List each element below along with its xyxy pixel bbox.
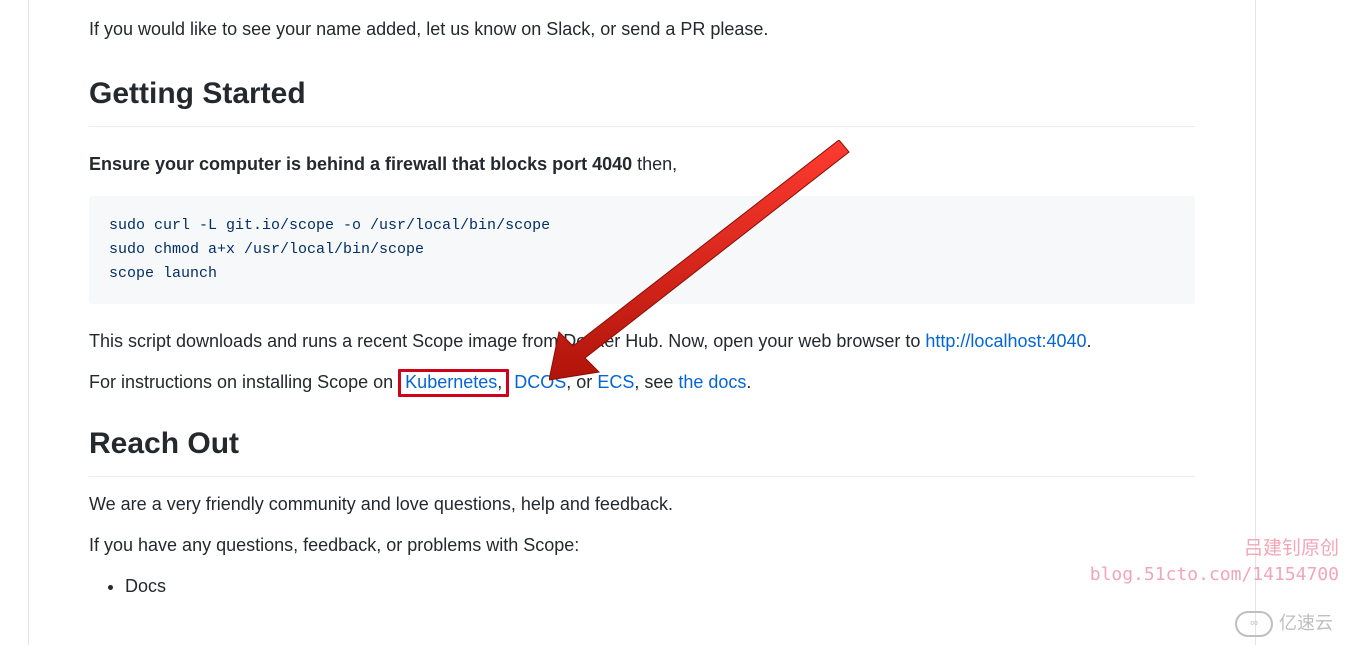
reach-out-list: Docs — [89, 573, 1195, 600]
after-ecs: , see — [634, 372, 678, 392]
script-desc-tail: . — [1087, 331, 1092, 351]
kubernetes-highlight-box: Kubernetes, — [398, 369, 509, 397]
localhost-link[interactable]: http://localhost:4040 — [925, 331, 1086, 351]
install-tail: . — [746, 372, 751, 392]
intro-text: If you would like to see your name added… — [89, 16, 1195, 43]
comma-after-k8s: , — [497, 372, 502, 392]
script-desc-text: This script downloads and runs a recent … — [89, 331, 925, 351]
watermark-brand-text: 亿速云 — [1279, 610, 1333, 637]
heading-getting-started: Getting Started — [89, 71, 1195, 127]
install-pre: For instructions on installing Scope on — [89, 372, 398, 392]
ensure-line: Ensure your computer is behind a firewal… — [89, 151, 1195, 178]
ensure-tail: then, — [632, 154, 677, 174]
ecs-link[interactable]: ECS — [597, 372, 634, 392]
script-description: This script downloads and runs a recent … — [89, 328, 1195, 355]
kubernetes-link[interactable]: Kubernetes — [405, 372, 497, 392]
readme-card: If you would like to see your name added… — [28, 0, 1256, 645]
ensure-bold: Ensure your computer is behind a firewal… — [89, 154, 632, 174]
reach-out-line1: We are a very friendly community and lov… — [89, 491, 1195, 518]
install-instructions-line: For instructions on installing Scope on … — [89, 369, 1195, 397]
install-code-block: sudo curl -L git.io/scope -o /usr/local/… — [89, 196, 1195, 304]
docs-link[interactable]: the docs — [678, 372, 746, 392]
reach-out-line2: If you have any questions, feedback, or … — [89, 532, 1195, 559]
after-dcos: , or — [566, 372, 597, 392]
dcos-link[interactable]: DCOS — [514, 372, 566, 392]
list-item: Docs — [125, 573, 1195, 600]
heading-reach-out: Reach Out — [89, 421, 1195, 477]
